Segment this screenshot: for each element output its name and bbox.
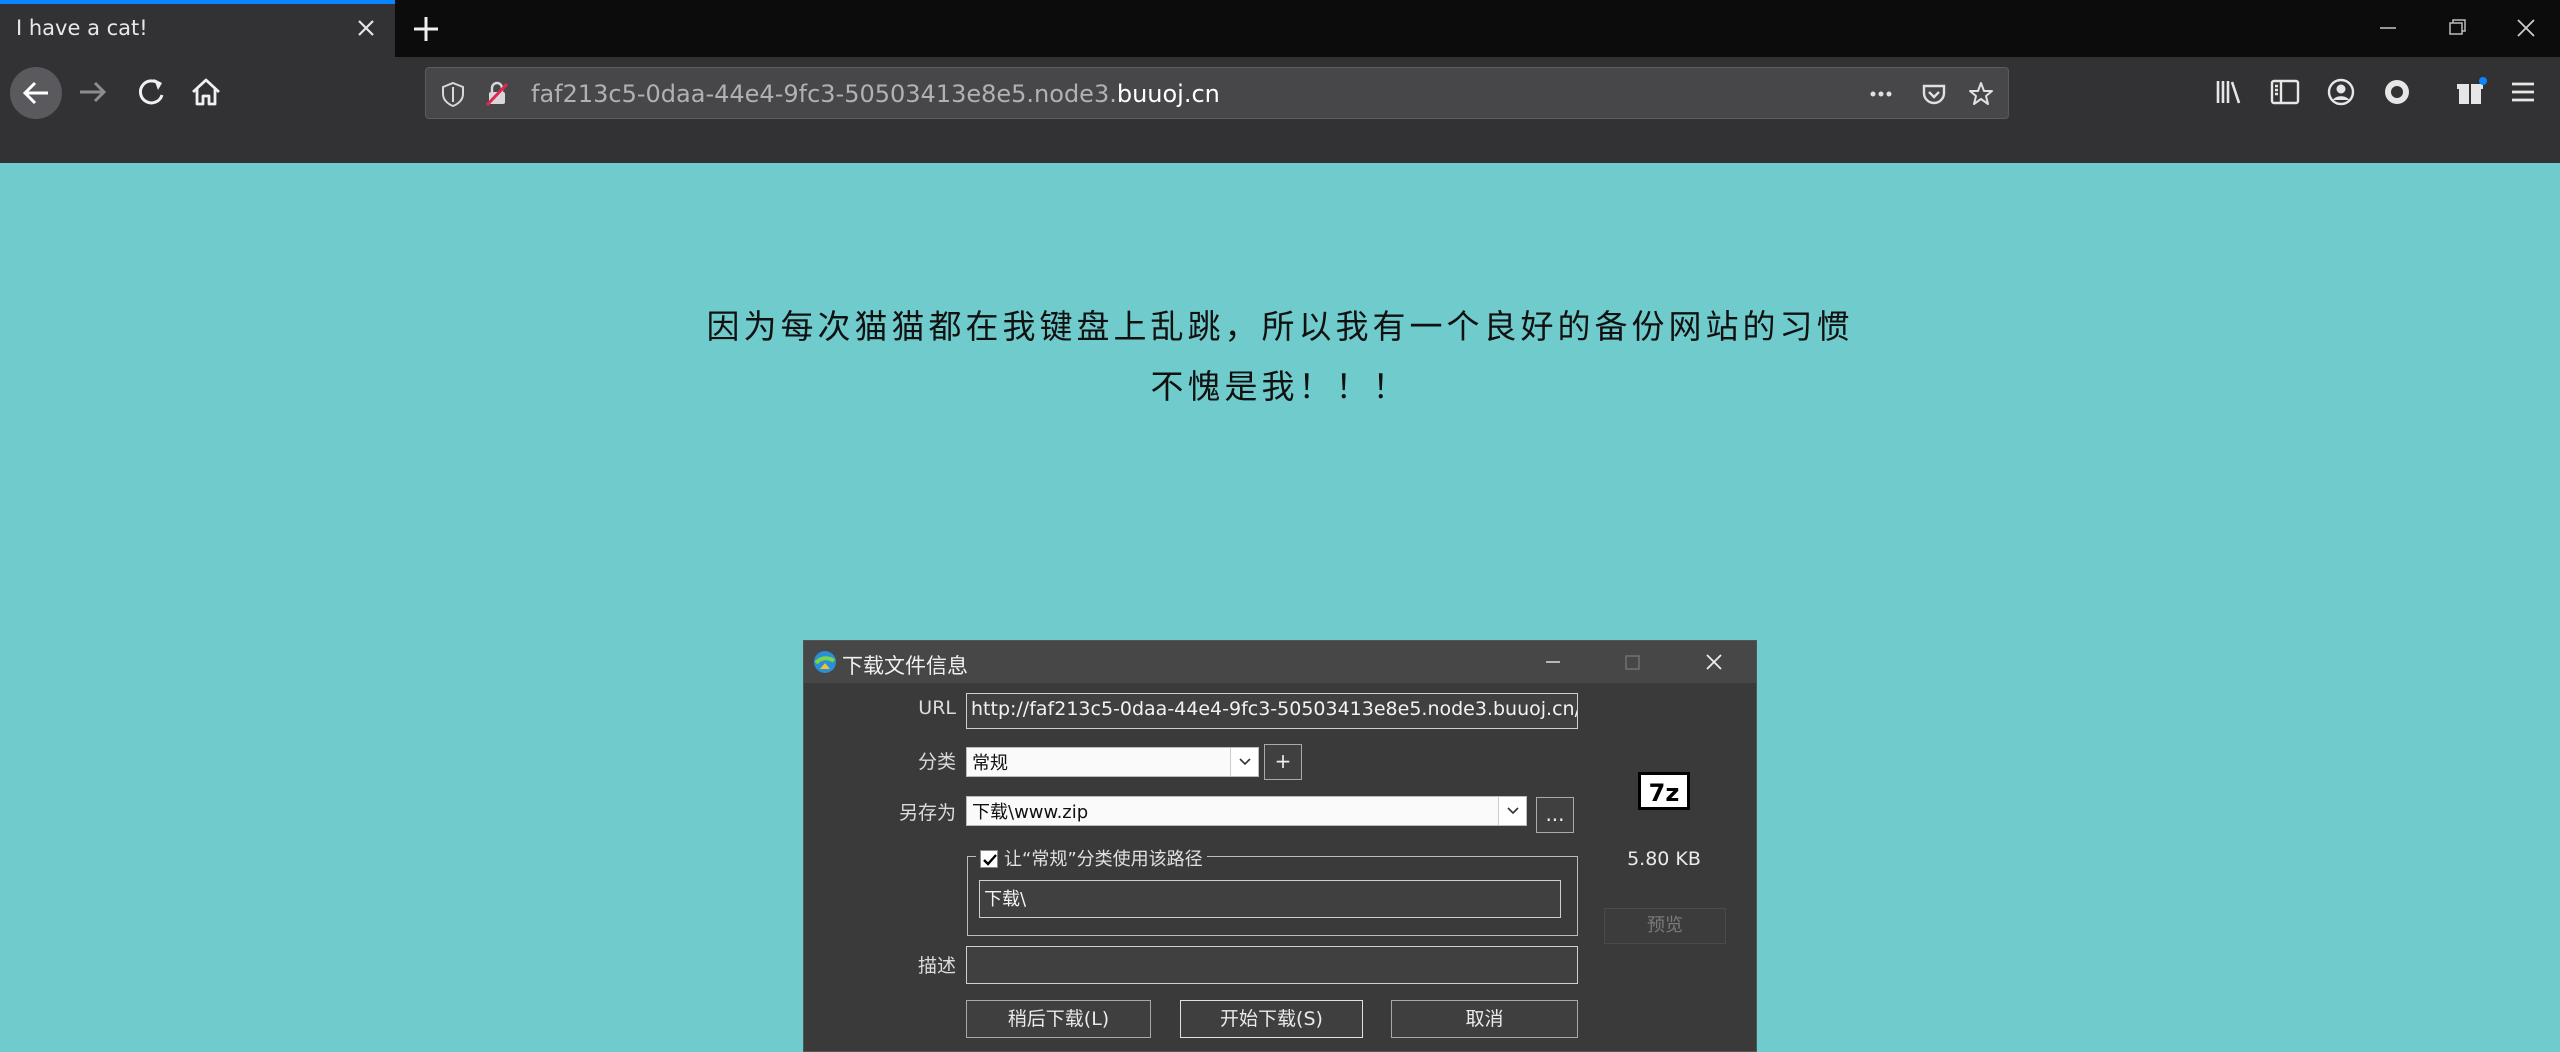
chevron-down-icon[interactable] [1230,748,1258,776]
shield-icon[interactable] [438,79,468,109]
use-path-checkbox-row[interactable]: 让“常规”分类使用该路径 [976,845,1207,871]
save-as-select[interactable]: 下载\www.zip [966,796,1527,826]
close-tab-icon[interactable] [351,13,381,43]
use-path-checkbox-label: 让“常规”分类使用该路径 [1004,849,1203,870]
restore-window-icon[interactable] [2436,10,2476,46]
minimize-window-icon[interactable] [2368,10,2408,46]
extension-record-icon[interactable] [2374,69,2420,115]
page-content: 因为每次猫猫都在我键盘上乱跳，所以我有一个良好的备份网站的习惯 不愧是我！！！ … [0,163,2560,1052]
description-input[interactable] [966,946,1578,984]
cancel-button[interactable]: 取消 [1391,1000,1578,1038]
save-as-value: 下载\www.zip [972,802,1089,823]
close-window-icon[interactable] [2506,10,2546,46]
url-host: buuoj.cn [1116,80,1220,108]
7z-file-icon: 7z [1638,772,1690,810]
tab-active[interactable]: I have a cat! [0,0,395,57]
url-text[interactable]: faf213c5-0daa-44e4-9fc3-50503413e8e5.nod… [531,80,1220,108]
headline-line-2: 不愧是我！！！ [1150,367,1410,406]
file-icon-text: 7z [1649,779,1680,807]
menu-hamburger-icon[interactable] [2500,69,2546,115]
browse-button[interactable]: ... [1536,797,1574,833]
download-later-button[interactable]: 稍后下载(L) [966,1000,1151,1038]
url-input[interactable]: http://faf213c5-0daa-44e4-9fc3-50503413e… [966,693,1578,729]
page-headline: 因为每次猫猫都在我键盘上乱跳，所以我有一个良好的备份网站的习惯 不愧是我！！！ [0,297,2560,417]
new-tab-icon[interactable] [408,11,444,47]
bookmark-star-icon[interactable] [1966,79,1996,109]
start-download-button[interactable]: 开始下载(S) [1180,1000,1363,1038]
insecure-lock-icon[interactable] [482,79,512,109]
category-select[interactable]: 常规 [966,747,1259,777]
description-label: 描述 [917,955,956,977]
url-label: URL [918,697,956,719]
account-icon[interactable] [2318,69,2364,115]
home-icon[interactable] [183,69,229,115]
category-label: 分类 [917,751,956,773]
category-path-input[interactable]: 下载\ [979,880,1561,918]
dialog-minimize-icon[interactable] [1523,644,1583,680]
navigation-bar: faf213c5-0daa-44e4-9fc3-50503413e8e5.nod… [0,57,2560,163]
save-as-label: 另存为 [898,802,956,824]
whats-new-gift-icon[interactable] [2447,69,2493,115]
file-size: 5.80 KB [1627,848,1701,870]
more-actions-icon[interactable] [1866,79,1896,109]
library-icon[interactable] [2206,69,2252,115]
tab-title: I have a cat! [16,16,148,40]
use-path-checkbox[interactable] [980,850,998,868]
back-icon[interactable] [10,67,62,119]
tab-bar: I have a cat! [0,0,2560,57]
pocket-icon[interactable] [1919,79,1949,109]
add-category-button[interactable]: + [1264,744,1302,780]
forward-icon[interactable] [70,69,116,115]
sidebar-icon[interactable] [2262,69,2308,115]
download-file-info-dialog: 下载文件信息 URL http://faf213c5-0daa-44e4-9fc… [803,640,1757,1052]
dialog-title: 下载文件信息 [842,654,968,678]
address-bar[interactable]: faf213c5-0daa-44e4-9fc3-50503413e8e5.nod… [425,67,2009,119]
url-prefix: faf213c5-0daa-44e4-9fc3-50503413e8e5.nod… [531,80,1117,108]
dialog-close-icon[interactable] [1684,644,1744,680]
dialog-maximize-icon [1602,644,1662,680]
reload-icon[interactable] [128,69,174,115]
chevron-down-icon[interactable] [1498,797,1526,825]
download-manager-icon [812,649,838,675]
tab-accent-bar [0,0,395,4]
preview-button: 预览 [1604,908,1726,944]
dialog-titlebar[interactable]: 下载文件信息 [804,641,1756,683]
headline-line-1: 因为每次猫猫都在我键盘上乱跳，所以我有一个良好的备份网站的习惯 [706,307,1854,346]
category-value: 常规 [972,753,1008,774]
